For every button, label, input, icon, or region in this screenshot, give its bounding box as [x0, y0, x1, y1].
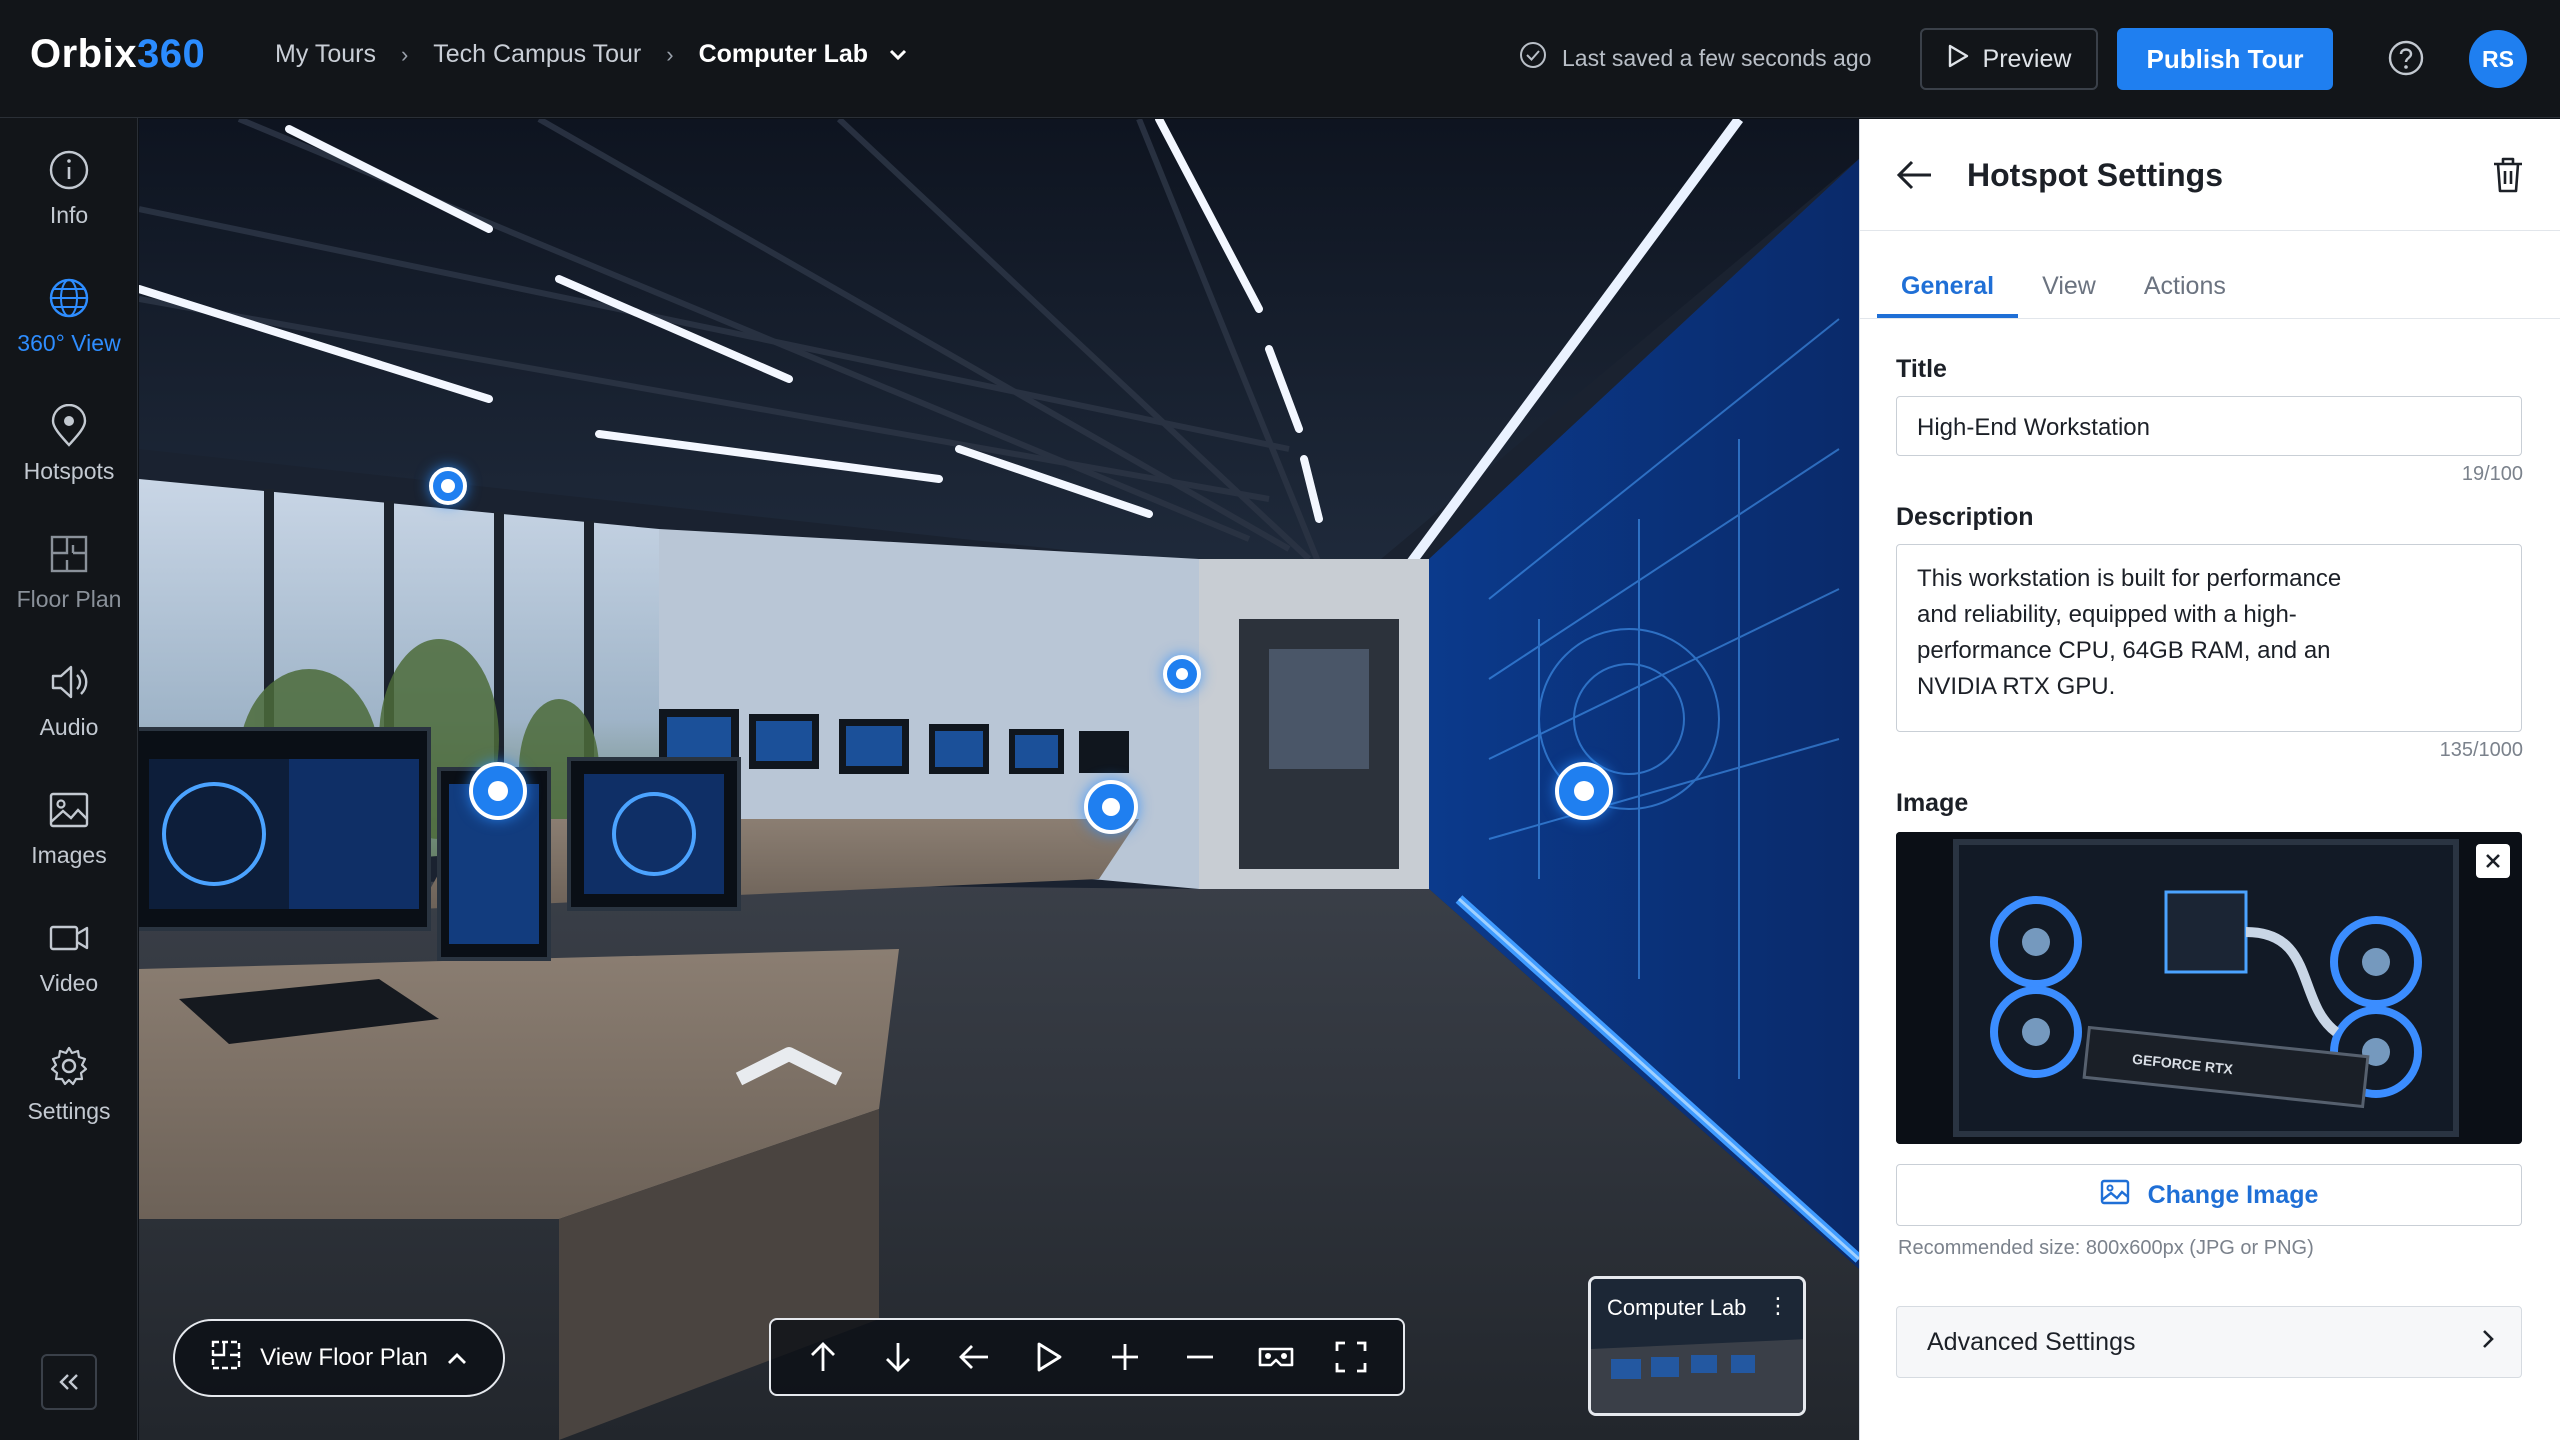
- hotspot-marker[interactable]: [1084, 780, 1138, 834]
- sidebar-item-images[interactable]: Images: [0, 788, 138, 898]
- info-icon: [49, 150, 89, 190]
- chevron-up-icon: [446, 1344, 468, 1372]
- check-circle-icon: [1518, 40, 1548, 76]
- zoom-out-icon[interactable]: [1178, 1335, 1222, 1379]
- sidebar-item-video[interactable]: Video: [0, 916, 138, 1026]
- chevron-right-icon: [2481, 1328, 2495, 1357]
- hotspot-image: GEFORCE RTX: [1896, 832, 2522, 1144]
- tab-view[interactable]: View: [2018, 264, 2120, 318]
- change-image-button[interactable]: Change Image: [1896, 1164, 2522, 1226]
- arrow-up-icon[interactable]: [801, 1335, 845, 1379]
- sidebar-item-label: Hotspots: [23, 458, 115, 484]
- more-vertical-icon[interactable]: ⋮: [1767, 1293, 1789, 1319]
- sidebar-item-audio[interactable]: Audio: [0, 660, 138, 770]
- hotspot-marker[interactable]: [429, 467, 467, 505]
- arrow-down-icon[interactable]: [876, 1335, 920, 1379]
- sidebar-item-settings[interactable]: Settings: [0, 1044, 138, 1154]
- top-bar: Orbix360 My Tours › Tech Campus Tour › C…: [0, 0, 2560, 118]
- sidebar-item-info[interactable]: Info: [0, 148, 138, 258]
- map-pin-icon: [51, 404, 87, 447]
- viewer-controls: [769, 1318, 1405, 1396]
- sidebar-item-label: Images: [31, 842, 107, 868]
- title-input[interactable]: High-End Workstation: [1896, 396, 2522, 456]
- tabs-divider: [1860, 318, 2560, 319]
- chevron-right-icon: ›: [666, 41, 674, 67]
- panel-title: Hotspot Settings: [1967, 157, 2223, 193]
- preview-button[interactable]: Preview: [1920, 28, 2098, 90]
- sidebar-item-hotspots[interactable]: Hotspots: [0, 404, 138, 514]
- hotspot-marker[interactable]: [469, 762, 527, 820]
- sidebar-item-label: Info: [49, 202, 89, 228]
- view-floor-plan-button[interactable]: View Floor Plan: [173, 1319, 505, 1397]
- speaker-icon: [51, 665, 88, 699]
- sidebar-item-floor-plan[interactable]: Floor Plan: [0, 532, 138, 642]
- trash-icon[interactable]: [2490, 155, 2526, 195]
- save-status-text: Last saved a few seconds ago: [1562, 44, 1872, 71]
- gear-icon: [50, 1046, 88, 1086]
- video-icon: [49, 925, 89, 951]
- change-image-label: Change Image: [2147, 1180, 2319, 1209]
- title-label: Title: [1896, 355, 1947, 383]
- pc-build-image: [1896, 832, 2522, 1144]
- vr-icon[interactable]: [1254, 1335, 1298, 1379]
- close-icon: [2486, 854, 2500, 868]
- remove-image-button[interactable]: [2476, 844, 2510, 878]
- advanced-settings-row[interactable]: Advanced Settings: [1896, 1306, 2522, 1378]
- publish-tour-button[interactable]: Publish Tour: [2117, 28, 2333, 90]
- advanced-settings-label: Advanced Settings: [1927, 1327, 2136, 1356]
- breadcrumb-my-tours[interactable]: My Tours: [275, 40, 376, 69]
- floor-plan-icon: [50, 535, 88, 573]
- panel-header: Hotspot Settings: [1860, 119, 2560, 231]
- scene-thumbnail-label: Computer Lab: [1607, 1295, 1747, 1320]
- image-icon: [2100, 1178, 2130, 1213]
- arrow-left-icon[interactable]: [952, 1335, 996, 1379]
- image-label: Image: [1896, 789, 1969, 817]
- description-textarea[interactable]: This workstation is built for performanc…: [1896, 544, 2522, 732]
- panel-tabs: General View Actions: [1877, 264, 2250, 318]
- breadcrumb-tech-campus-tour[interactable]: Tech Campus Tour: [433, 40, 641, 69]
- chevron-right-icon: ›: [400, 41, 409, 67]
- hotspot-marker[interactable]: [1555, 762, 1613, 820]
- question-circle-icon[interactable]: [2387, 39, 2425, 77]
- tab-actions[interactable]: Actions: [2120, 264, 2250, 318]
- view-floor-plan-label: View Floor Plan: [260, 1344, 428, 1371]
- floor-plan-icon: [210, 1339, 242, 1378]
- left-sidebar: Info 360° View Hotspots Floor Plan Audio…: [0, 118, 138, 1440]
- double-chevron-left-icon: [59, 1374, 78, 1390]
- image-icon: [49, 792, 89, 828]
- avatar[interactable]: RS: [2469, 30, 2527, 88]
- back-arrow-icon[interactable]: [1894, 157, 1934, 193]
- play-icon[interactable]: [1027, 1335, 1071, 1379]
- description-label: Description: [1896, 503, 2034, 531]
- preview-label: Preview: [1982, 44, 2072, 73]
- scene-thumbnail[interactable]: Computer Lab ⋮: [1588, 1276, 1806, 1416]
- image-size-hint: Recommended size: 800x600px (JPG or PNG): [1898, 1237, 2314, 1259]
- play-outline-icon: [1947, 44, 1969, 75]
- tab-general[interactable]: General: [1877, 264, 2019, 318]
- breadcrumb-computer-lab[interactable]: Computer Lab: [699, 40, 868, 69]
- hotspot-marker[interactable]: [1163, 655, 1201, 693]
- save-status: Last saved a few seconds ago: [1518, 40, 1871, 76]
- fullscreen-icon[interactable]: [1329, 1335, 1373, 1379]
- sidebar-item-label: Floor Plan: [16, 586, 122, 612]
- sidebar-item-label: 360° View: [17, 330, 121, 356]
- app-logo[interactable]: Orbix360: [30, 32, 205, 77]
- sidebar-item-label: Video: [39, 970, 99, 996]
- breadcrumb: My Tours › Tech Campus Tour › Computer L…: [275, 40, 908, 69]
- sidebar-item-360-view[interactable]: 360° View: [0, 276, 138, 386]
- sidebar-item-label: Audio: [39, 714, 99, 740]
- collapse-sidebar-button[interactable]: [41, 1354, 97, 1410]
- globe-icon: [49, 278, 89, 318]
- chevron-down-icon[interactable]: [888, 40, 908, 69]
- hotspot-settings-panel: Hotspot Settings General View Actions Ti…: [1859, 119, 2560, 1440]
- sidebar-item-label: Settings: [27, 1098, 111, 1124]
- panorama-viewer[interactable]: View Floor Plan Computer Lab ⋮: [139, 119, 1859, 1440]
- title-char-counter: 19/100: [2461, 463, 2523, 485]
- description-char-counter: 135/1000: [2439, 739, 2523, 761]
- zoom-in-icon[interactable]: [1103, 1335, 1147, 1379]
